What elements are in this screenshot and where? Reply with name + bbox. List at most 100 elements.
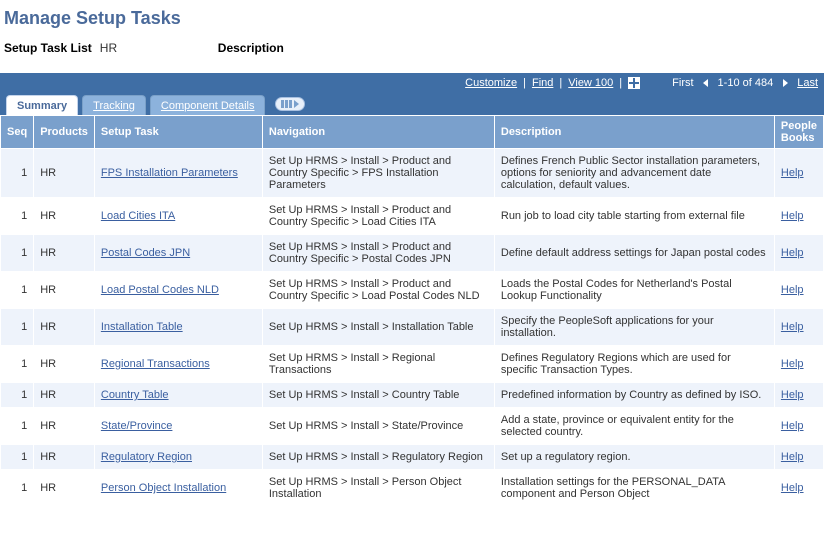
cell-setup-task: Regional Transactions [94, 346, 262, 383]
tab-tracking[interactable]: Tracking [82, 95, 146, 115]
table-row: 1HRRegional TransactionsSet Up HRMS > In… [1, 346, 824, 383]
help-link[interactable]: Help [781, 284, 804, 296]
cell-people-books: Help [774, 346, 823, 383]
setup-task-link[interactable]: Load Postal Codes NLD [101, 284, 219, 296]
cell-people-books: Help [774, 272, 823, 309]
cell-navigation: Set Up HRMS > Install > Person Object In… [262, 470, 494, 507]
cell-seq: 1 [1, 470, 34, 507]
col-people-books[interactable]: People Books [774, 116, 823, 149]
col-description[interactable]: Description [494, 116, 774, 149]
cell-navigation: Set Up HRMS > Install > Regional Transac… [262, 346, 494, 383]
cell-setup-task: Person Object Installation [94, 470, 262, 507]
cell-navigation: Set Up HRMS > Install > Product and Coun… [262, 149, 494, 198]
table-row: 1HR Load Postal Codes NLD Set Up HRMS > In… [1, 272, 824, 309]
cell-setup-task: FPS Installation Parameters [94, 149, 262, 198]
cell-navigation: Set Up HRMS > Install > Product and Coun… [262, 272, 494, 309]
help-link[interactable]: Help [781, 420, 804, 432]
cell-products: HR [34, 408, 95, 445]
cell-description: Set up a regulatory region. [494, 445, 774, 470]
cell-description: Specify the PeopleSoft applications for … [494, 309, 774, 346]
table-row: 1HR Installation Table Set Up HRMS > Insta… [1, 309, 824, 346]
setup-task-link[interactable]: Regional Transactions [101, 358, 210, 370]
table-row: 1HRPostal Codes JPNSet Up HRMS > Install… [1, 235, 824, 272]
cell-products: HR [34, 235, 95, 272]
col-navigation[interactable]: Navigation [262, 116, 494, 149]
last-link[interactable]: Last [797, 77, 818, 89]
help-link[interactable]: Help [781, 482, 804, 494]
help-link[interactable]: Help [781, 358, 804, 370]
cell-people-books: Help [774, 198, 823, 235]
cell-seq: 1 [1, 346, 34, 383]
cell-seq: 1 [1, 272, 34, 309]
help-link[interactable]: Help [781, 167, 804, 179]
cell-products: HR [34, 383, 95, 408]
setup-task-link[interactable]: Country Table [101, 389, 169, 401]
help-link[interactable]: Help [781, 247, 804, 259]
table-row: 1HR Country Table Set Up HRMS > Install > … [1, 383, 824, 408]
help-link[interactable]: Help [781, 210, 804, 222]
cell-setup-task: State/Province [94, 408, 262, 445]
cell-people-books: Help [774, 309, 823, 346]
cell-products: HR [34, 309, 95, 346]
tab-summary[interactable]: Summary [6, 95, 78, 115]
cell-setup-task: Regulatory Region [94, 445, 262, 470]
setup-task-link[interactable]: Person Object Installation [101, 482, 226, 494]
cell-products: HR [34, 198, 95, 235]
cell-description: Loads the Postal Codes for Netherland's … [494, 272, 774, 309]
first-link[interactable]: First [672, 77, 693, 89]
setup-task-link[interactable]: Postal Codes JPN [101, 247, 190, 259]
cell-description: Define default address settings for Japa… [494, 235, 774, 272]
cell-description: Defines Regulatory Regions which are use… [494, 346, 774, 383]
help-link[interactable]: Help [781, 451, 804, 463]
cell-setup-task: Country Table [94, 383, 262, 408]
description-label: Description [218, 41, 284, 55]
cell-navigation: Set Up HRMS > Install > Country Table [262, 383, 494, 408]
cell-seq: 1 [1, 198, 34, 235]
separator: | [619, 77, 622, 89]
setup-task-link[interactable]: Load Cities ITA [101, 210, 175, 222]
col-setup-task[interactable]: Setup Task [94, 116, 262, 149]
cell-setup-task: Load Cities ITA [94, 198, 262, 235]
setup-task-link[interactable]: Regulatory Region [101, 451, 192, 463]
page-title: Manage Setup Tasks [4, 8, 824, 29]
help-link[interactable]: Help [781, 321, 804, 333]
cell-seq: 1 [1, 149, 34, 198]
customize-link[interactable]: Customize [465, 77, 517, 89]
table-row: 1HR FPS Installation Parameters Set Up HRM… [1, 149, 824, 198]
prev-icon[interactable] [700, 77, 712, 89]
setup-task-link[interactable]: State/Province [101, 420, 173, 432]
table-row: 1HRState/ProvinceSet Up HRMS > Install >… [1, 408, 824, 445]
cell-description: Installation settings for the PERSONAL_D… [494, 470, 774, 507]
next-icon[interactable] [779, 77, 791, 89]
header-row: Setup Task List HR Description [4, 41, 824, 55]
cell-description: Add a state, province or equivalent enti… [494, 408, 774, 445]
tab-component-details[interactable]: Component Details [150, 95, 266, 115]
setup-task-link[interactable]: FPS Installation Parameters [101, 167, 238, 179]
cell-products: HR [34, 149, 95, 198]
col-products[interactable]: Products [34, 116, 95, 149]
col-seq[interactable]: Seq [1, 116, 34, 149]
show-all-columns-icon[interactable] [275, 97, 305, 111]
cell-people-books: Help [774, 470, 823, 507]
setup-tasks-grid: Seq Products Setup Task Navigation Descr… [0, 115, 824, 507]
cell-people-books: Help [774, 149, 823, 198]
download-icon[interactable] [628, 77, 640, 89]
view-all-link[interactable]: View 100 [568, 77, 613, 89]
cell-products: HR [34, 445, 95, 470]
find-link[interactable]: Find [532, 77, 553, 89]
setup-task-list-value: HR [100, 41, 210, 55]
cell-products: HR [34, 272, 95, 309]
table-row: 1HRRegulatory RegionSet Up HRMS > Instal… [1, 445, 824, 470]
cell-people-books: Help [774, 383, 823, 408]
cell-seq: 1 [1, 309, 34, 346]
cell-navigation: Set Up HRMS > Install > Regulatory Regio… [262, 445, 494, 470]
setup-task-link[interactable]: Installation Table [101, 321, 183, 333]
cell-navigation: Set Up HRMS > Install > Product and Coun… [262, 198, 494, 235]
cell-people-books: Help [774, 408, 823, 445]
cell-navigation: Set Up HRMS > Install > State/Province [262, 408, 494, 445]
cell-seq: 1 [1, 383, 34, 408]
cell-navigation: Set Up HRMS > Install > Installation Tab… [262, 309, 494, 346]
help-link[interactable]: Help [781, 389, 804, 401]
cell-setup-task: Postal Codes JPN [94, 235, 262, 272]
cell-description: Run job to load city table starting from… [494, 198, 774, 235]
